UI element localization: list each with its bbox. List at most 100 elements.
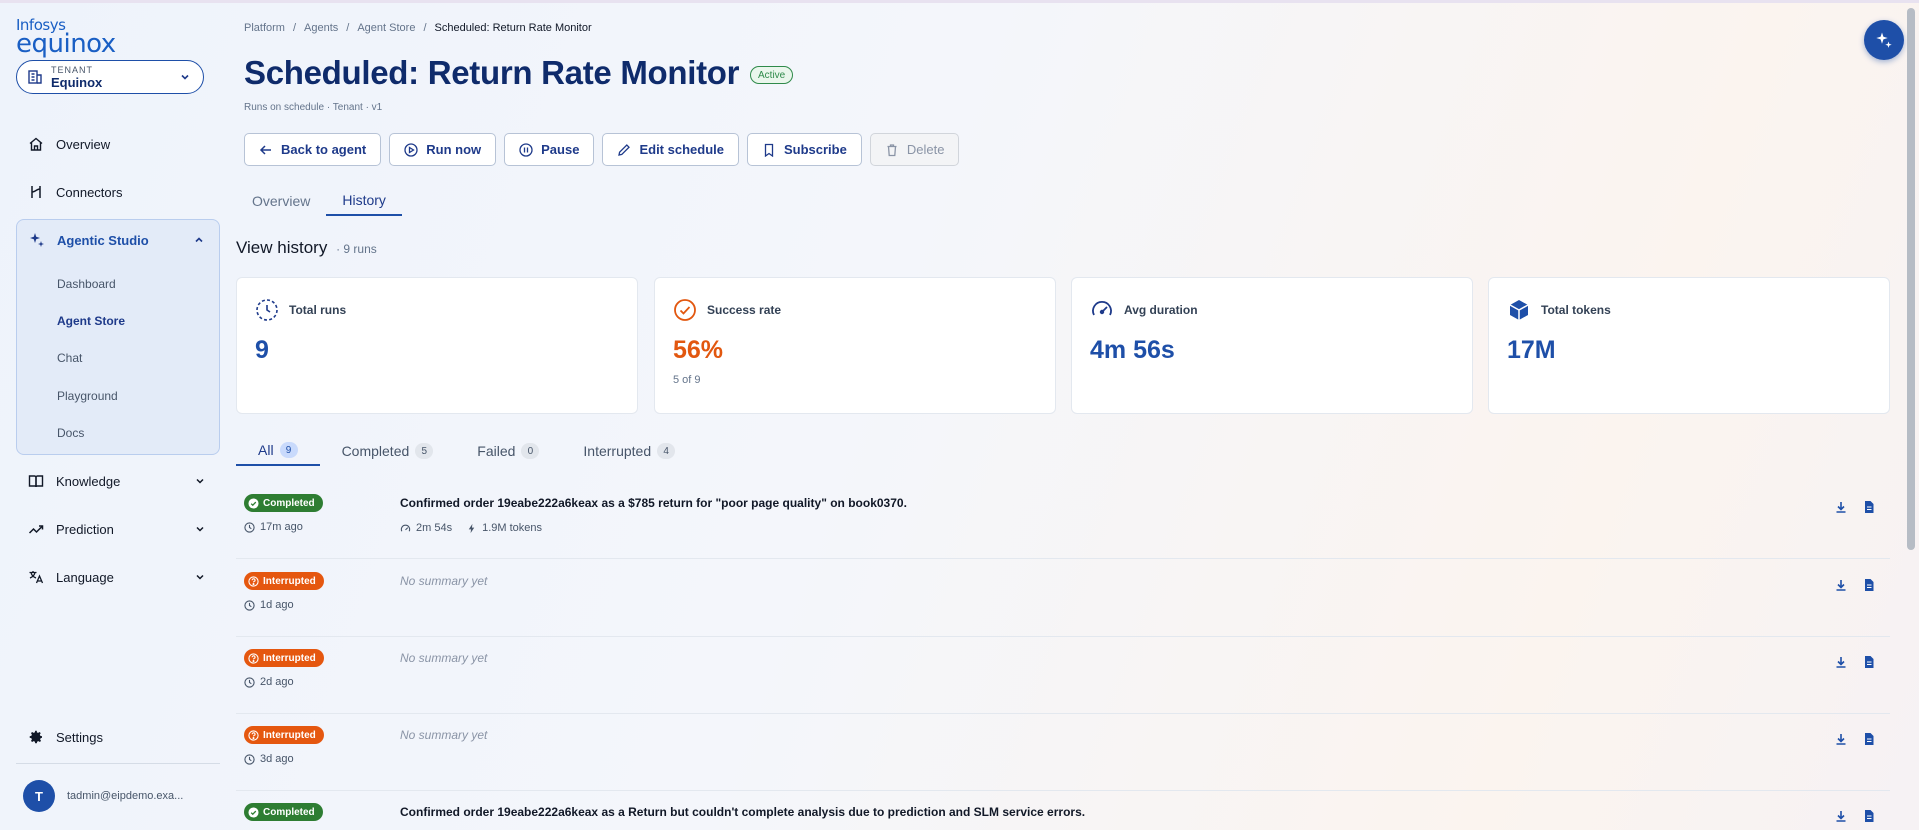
run-time-label: 3d ago <box>260 753 294 765</box>
table-row[interactable]: Completed Confirmed order 19eabe222a6kea… <box>236 791 1890 830</box>
edit-schedule-button[interactable]: Edit schedule <box>602 133 739 166</box>
run-summary: Confirmed order 19eabe222a6keax as a Ret… <box>400 805 1086 819</box>
nav-sub-playground[interactable]: Playground <box>57 389 118 403</box>
clock-icon <box>244 599 255 611</box>
breadcrumb-agent-store[interactable]: Agent Store <box>357 22 415 34</box>
breadcrumb-separator: / <box>423 22 427 34</box>
run-time-label: 1d ago <box>260 599 294 611</box>
nav-agentic-studio[interactable]: Agentic Studio <box>17 220 219 260</box>
download-icon[interactable] <box>1834 578 1848 592</box>
run-tokens-value: 1.9M tokens <box>482 522 542 534</box>
table-row[interactable]: Interrupted 2d ago No summary yet <box>236 637 1890 714</box>
run-time: 3d ago <box>244 753 294 765</box>
nav-overview[interactable]: Overview <box>16 126 220 162</box>
check-circle-icon <box>674 299 696 321</box>
table-row[interactable]: Interrupted 1d ago No summary yet <box>236 560 1890 637</box>
page-subtitle: Runs on schedule · Tenant · v1 <box>244 102 383 113</box>
run-duration-value: 2m 54s <box>416 522 453 534</box>
pause-circle-icon <box>519 142 533 157</box>
run-time: 2d ago <box>244 676 294 688</box>
user-menu[interactable]: T tadmin@eipdemo.exa... <box>23 780 183 812</box>
nav-sub-agent-store[interactable]: Agent Store <box>57 314 125 328</box>
nav-knowledge[interactable]: Knowledge <box>16 463 220 499</box>
chevron-down-icon <box>181 74 189 80</box>
chevron-down-icon <box>196 574 204 580</box>
status-label: Completed <box>263 806 315 818</box>
breadcrumb-platform[interactable]: Platform <box>244 22 285 34</box>
detail-tabs: Overview History <box>236 186 402 216</box>
nav-sub-dashboard[interactable]: Dashboard <box>57 277 116 291</box>
ai-assistant-button[interactable] <box>1864 20 1904 60</box>
status-label: Interrupted <box>263 729 316 741</box>
download-icon[interactable] <box>1834 809 1848 823</box>
help-circle-icon <box>248 729 259 741</box>
bookmark-icon <box>764 143 774 157</box>
document-icon[interactable] <box>1862 732 1876 746</box>
tab-overview[interactable]: Overview <box>236 186 326 216</box>
arrow-left-icon <box>259 144 271 155</box>
nav-language[interactable]: Language <box>16 559 220 595</box>
clock-icon <box>244 521 255 533</box>
document-icon[interactable] <box>1862 655 1876 669</box>
download-icon[interactable] <box>1834 500 1848 514</box>
pause-button[interactable]: Pause <box>504 133 595 166</box>
stat-subtext: 5 of 9 <box>673 374 701 386</box>
top-accent-line <box>0 0 1919 3</box>
table-row[interactable]: Interrupted 3d ago No summary yet <box>236 714 1890 791</box>
run-now-button[interactable]: Run now <box>389 133 497 166</box>
home-icon <box>29 137 43 151</box>
subscribe-button[interactable]: Subscribe <box>746 133 862 166</box>
document-icon[interactable] <box>1862 809 1876 823</box>
nav-sub-chat[interactable]: Chat <box>57 351 82 365</box>
filter-all[interactable]: All 9 <box>236 436 320 466</box>
sidebar-divider <box>16 763 220 764</box>
nav-connectors[interactable]: Connectors <box>16 174 220 210</box>
status-label: Completed <box>263 497 315 509</box>
breadcrumb: Platform / Agents / Agent Store / Schedu… <box>244 22 592 34</box>
run-time-label: 17m ago <box>260 521 303 533</box>
row-actions <box>1834 655 1876 669</box>
sparkle-icon <box>1876 32 1892 48</box>
stat-value: 17M <box>1507 336 1556 364</box>
filter-count: 5 <box>415 443 434 459</box>
table-row[interactable]: Completed 17m ago Confirmed order 19eabe… <box>236 482 1890 559</box>
download-icon[interactable] <box>1834 655 1848 669</box>
status-label: Interrupted <box>263 652 316 664</box>
nav-settings[interactable]: Settings <box>16 719 220 755</box>
back-to-agent-button[interactable]: Back to agent <box>244 133 382 166</box>
chevron-down-icon <box>196 526 204 532</box>
delete-label: Delete <box>906 142 945 157</box>
download-icon[interactable] <box>1834 732 1848 746</box>
stat-card-total-runs: Total runs 9 <box>236 277 638 414</box>
document-icon[interactable] <box>1862 500 1876 514</box>
run-tokens: 1.9M tokens <box>466 522 542 534</box>
filter-interrupted[interactable]: Interrupted 4 <box>561 436 697 466</box>
run-time-label: 2d ago <box>260 676 294 688</box>
play-circle-icon <box>404 142 418 157</box>
tenant-selector[interactable]: TENANT Equinox <box>16 60 204 94</box>
filter-failed[interactable]: Failed 0 <box>455 436 561 466</box>
stat-label: Avg duration <box>1124 303 1198 317</box>
stat-card-avg-duration: Avg duration 4m 56s <box>1071 277 1473 414</box>
pause-label: Pause <box>541 142 580 157</box>
document-icon[interactable] <box>1862 578 1876 592</box>
row-actions <box>1834 809 1876 823</box>
run-now-label: Run now <box>426 142 482 157</box>
chevron-down-icon <box>196 478 204 484</box>
tab-history[interactable]: History <box>326 186 402 216</box>
breadcrumb-agents[interactable]: Agents <box>304 22 338 34</box>
status-badge: Completed <box>244 803 323 821</box>
scrollbar[interactable] <box>1907 8 1915 550</box>
status-filter-tabs: All 9 Completed 5 Failed 0 Interrupted 4 <box>236 436 697 466</box>
nav-sub-docs[interactable]: Docs <box>57 426 84 440</box>
gauge-icon <box>1092 301 1112 316</box>
cube-icon <box>1509 300 1529 320</box>
stat-label: Total tokens <box>1541 303 1611 317</box>
filter-label: Completed <box>341 443 410 459</box>
brand-logo[interactable]: Infosys equinox <box>16 18 116 58</box>
tenant-value: Equinox <box>51 74 103 90</box>
filter-completed[interactable]: Completed 5 <box>320 436 456 466</box>
nav-prediction[interactable]: Prediction <box>16 511 220 547</box>
row-actions <box>1834 500 1876 514</box>
delete-button[interactable]: Delete <box>869 133 960 166</box>
